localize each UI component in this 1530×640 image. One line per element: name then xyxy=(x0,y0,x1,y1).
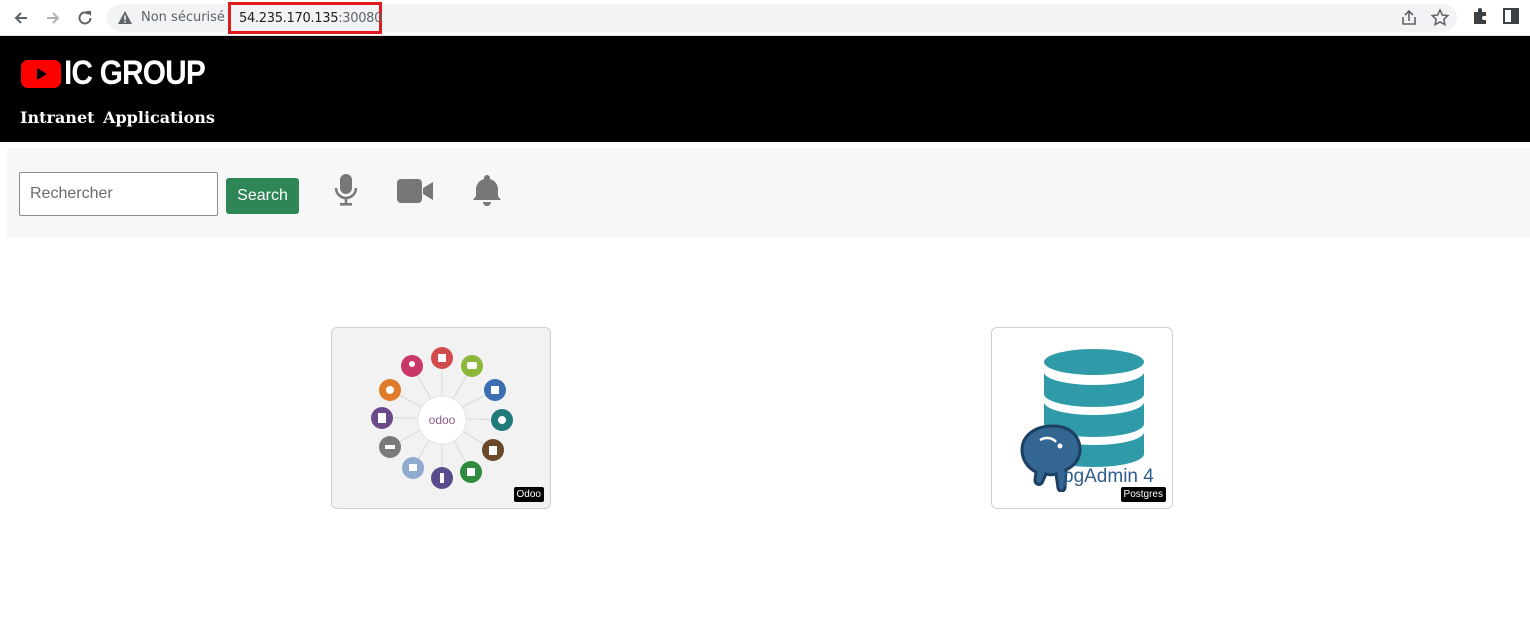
site-tagline: Intranet Applications xyxy=(20,108,215,127)
postgres-badge: Postgres xyxy=(1120,487,1166,502)
side-panel-icon[interactable] xyxy=(1501,6,1523,28)
forward-arrow-icon[interactable] xyxy=(41,6,65,30)
pgadmin-label: pgAdmin 4 xyxy=(1063,466,1154,487)
search-toolbar: Search xyxy=(7,148,1530,238)
pgadmin-app-card[interactable]: pgAdmin 4 Postgres xyxy=(991,327,1173,509)
share-icon[interactable] xyxy=(1399,8,1419,28)
microphone-icon[interactable] xyxy=(333,172,359,213)
url-highlight-box[interactable]: 54.235.170.135:30080 xyxy=(228,2,382,34)
browser-toolbar: Non sécurisé 54.235.170.135:30080 xyxy=(0,0,1530,36)
bell-icon[interactable] xyxy=(471,172,503,213)
warning-triangle-icon[interactable] xyxy=(117,10,133,26)
odoo-apps-wheel-illustration: odoo xyxy=(371,347,513,489)
site-header: IC GROUP Intranet Applications xyxy=(0,36,1530,142)
url-port: :30080 xyxy=(338,11,383,26)
odoo-badge: Odoo xyxy=(513,487,544,502)
search-button[interactable]: Search xyxy=(226,178,299,214)
url-host: 54.235.170.135 xyxy=(239,11,339,26)
reload-icon[interactable] xyxy=(73,6,97,30)
youtube-play-icon xyxy=(21,60,61,88)
security-status-text[interactable]: Non sécurisé xyxy=(141,10,225,25)
back-arrow-icon[interactable] xyxy=(9,6,33,30)
odoo-center-text: odoo xyxy=(429,413,456,427)
video-camera-icon[interactable] xyxy=(396,178,434,209)
odoo-app-card[interactable]: odoo Odoo xyxy=(331,327,551,509)
bookmark-star-icon[interactable] xyxy=(1430,8,1450,28)
brand-title: IC GROUP xyxy=(64,54,206,92)
search-input[interactable] xyxy=(19,172,218,216)
extensions-puzzle-icon[interactable] xyxy=(1471,6,1493,28)
url-text: 54.235.170.135:30080 xyxy=(239,11,382,26)
